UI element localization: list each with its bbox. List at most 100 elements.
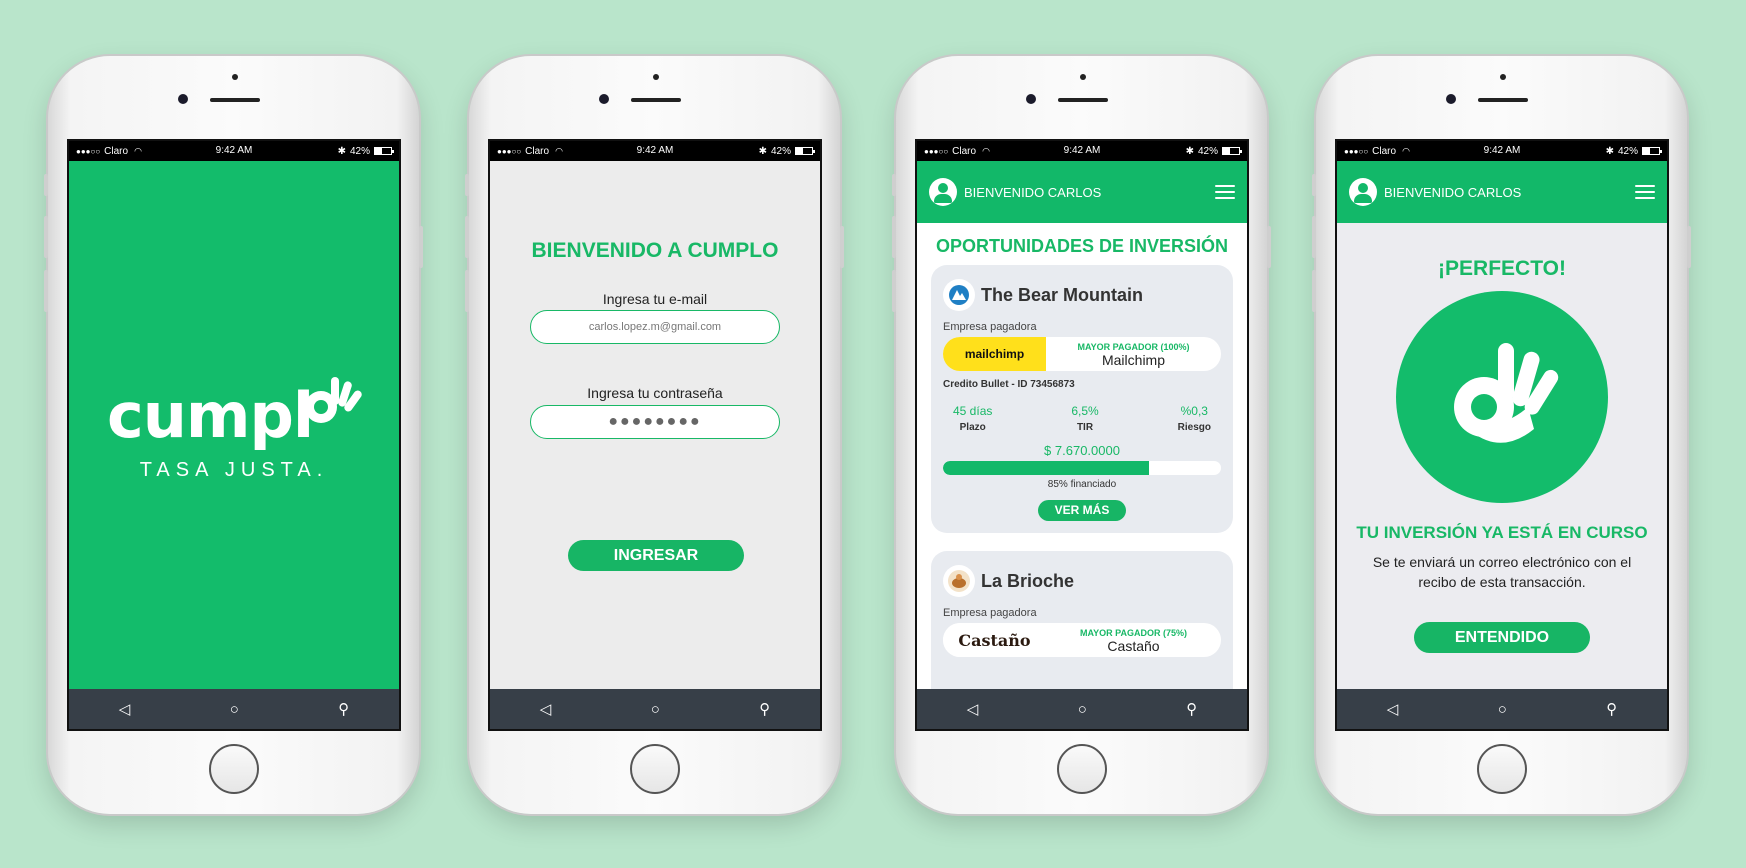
proximity-sensor <box>232 74 238 80</box>
payer-box: mailchimp MAYOR PAGADOR (100%) Mailchimp <box>943 337 1221 371</box>
cumplo-logo: cumpl <box>107 379 314 452</box>
ok-hand-logo-icon <box>305 377 362 423</box>
funding-progress-bar <box>943 461 1221 475</box>
home-button[interactable] <box>630 744 680 794</box>
riesgo-label: Riesgo <box>1177 422 1211 433</box>
user-avatar-icon[interactable] <box>1349 178 1377 206</box>
volume-down-button <box>465 270 469 312</box>
tir-value: 6,5% <box>1071 404 1099 418</box>
tir-label: TIR <box>1076 422 1094 433</box>
status-bar: ●●●○○ Claro ◠ 9:42 AM ✱ 42% <box>1337 141 1667 161</box>
mute-switch <box>1312 174 1316 196</box>
battery-icon <box>1222 147 1242 155</box>
screen: ●●●○○ Claro ◠ 9:42 AM ✱ 42% cumpl TASA JU… <box>67 139 401 731</box>
mailchimp-logo: mailchimp <box>943 337 1046 371</box>
search-icon[interactable]: ⚲ <box>1606 700 1617 718</box>
volume-up-button <box>1312 216 1316 258</box>
search-icon[interactable]: ⚲ <box>1186 700 1197 718</box>
android-nav-bar: ◁ ○ ⚲ <box>917 689 1247 729</box>
confirmation-title: ¡PERFECTO! <box>1438 257 1566 280</box>
ingresar-button[interactable]: INGRESAR <box>568 540 744 571</box>
password-field[interactable]: ●●●●●●●● <box>530 405 780 439</box>
front-camera <box>178 94 188 104</box>
back-icon[interactable]: ◁ <box>119 700 131 718</box>
earpiece-speaker <box>631 98 681 102</box>
ok-hand-circle <box>1396 291 1608 503</box>
screen: ●●●○○ Claro ◠ 9:42 AM ✱ 42% BIENVENIDO CA… <box>1335 139 1669 731</box>
battery-icon <box>1642 147 1662 155</box>
investment-card[interactable]: La Brioche Empresa pagadora Castaño MAYO… <box>931 551 1233 689</box>
plazo-value: 45 días <box>953 404 993 418</box>
investment-status-message: Se te enviará un correo electrónico con … <box>1372 554 1632 590</box>
power-button <box>419 226 423 268</box>
volume-up-button <box>892 216 896 258</box>
brioche-logo-icon <box>943 565 975 597</box>
confirmation-panel: ¡PERFECTO! TU INVERSIÓN YA ESTÁ EN CURSO… <box>1337 223 1667 689</box>
ver-mas-button[interactable]: VER MÁS <box>1038 500 1126 521</box>
feed-title: OPORTUNIDADES DE INVERSIÓN <box>935 236 1229 256</box>
volume-down-button <box>1312 270 1316 312</box>
back-icon[interactable]: ◁ <box>1387 700 1399 718</box>
investment-card[interactable]: The Bear Mountain Empresa pagadora mailc… <box>931 265 1233 533</box>
volume-down-button <box>44 270 48 312</box>
castano-logo: Castaño <box>943 623 1046 657</box>
status-bar: ●●●○○ Claro ◠ 9:42 AM ✱ 42% <box>917 141 1247 161</box>
payer-label: Empresa pagadora <box>943 607 1037 619</box>
investment-status-title: TU INVERSIÓN YA ESTÁ EN CURSO <box>1356 523 1648 542</box>
status-bar: ●●●○○ Claro ◠ 9:42 AM ✱ 42% <box>69 141 399 161</box>
battery-icon <box>374 147 394 155</box>
proximity-sensor <box>653 74 659 80</box>
riesgo-value: %0,3 <box>1180 404 1208 418</box>
welcome-text: BIENVENIDO CARLOS <box>1384 184 1522 200</box>
mute-switch <box>892 174 896 196</box>
home-icon[interactable]: ○ <box>1078 701 1087 718</box>
login-title: BIENVENIDO A CUMPLO <box>531 239 779 262</box>
app-header: BIENVENIDO CARLOS <box>917 161 1247 223</box>
front-camera <box>599 94 609 104</box>
user-avatar-icon[interactable] <box>929 178 957 206</box>
stats-row: 45 días Plazo 6,5% TIR %0,3 Riesgo <box>943 404 1221 433</box>
payer-name: Mailchimp <box>1101 352 1165 368</box>
home-icon[interactable]: ○ <box>1498 701 1507 718</box>
earpiece-speaker <box>1478 98 1528 102</box>
payer-name: Castaño <box>1107 638 1160 654</box>
back-icon[interactable]: ◁ <box>540 700 552 718</box>
entendido-button[interactable]: ENTENDIDO <box>1414 622 1590 653</box>
screen: ●●●○○ Claro ◠ 9:42 AM ✱ 42% BIENVENIDO A … <box>488 139 822 731</box>
amount: $ 7.670.0000 <box>1044 443 1120 458</box>
search-icon[interactable]: ⚲ <box>759 700 770 718</box>
status-time: 9:42 AM <box>636 145 674 156</box>
search-icon[interactable]: ⚲ <box>338 700 349 718</box>
home-button[interactable] <box>1057 744 1107 794</box>
plazo-label: Plazo <box>959 422 986 433</box>
payer-label: Empresa pagadora <box>943 321 1037 333</box>
android-nav-bar: ◁ ○ ⚲ <box>490 689 820 729</box>
payer-box: Castaño MAYOR PAGADOR (75%) Castaño <box>943 623 1221 657</box>
home-icon[interactable]: ○ <box>230 701 239 718</box>
power-button <box>1687 226 1691 268</box>
phone-login: ●●●○○ Claro ◠ 9:42 AM ✱ 42% BIENVENIDO A … <box>465 56 844 814</box>
company-name: The Bear Mountain <box>981 284 1144 305</box>
home-button[interactable] <box>209 744 259 794</box>
app-header: BIENVENIDO CARLOS <box>1337 161 1667 223</box>
hamburger-menu-icon[interactable] <box>1635 185 1655 199</box>
battery-icon <box>795 147 815 155</box>
volume-up-button <box>465 216 469 258</box>
ok-hand-icon <box>1454 343 1559 443</box>
password-label: Ingresa tu contraseña <box>587 385 723 401</box>
home-button[interactable] <box>1477 744 1527 794</box>
screen: ●●●○○ Claro ◠ 9:42 AM ✱ 42% BIENVENIDO CA… <box>915 139 1249 731</box>
front-camera <box>1026 94 1036 104</box>
mute-switch <box>465 174 469 196</box>
phone-confirmation: ●●●○○ Claro ◠ 9:42 AM ✱ 42% BIENVENIDO CA… <box>1312 56 1691 814</box>
hamburger-menu-icon[interactable] <box>1215 185 1235 199</box>
status-bar: ●●●○○ Claro ◠ 9:42 AM ✱ 42% <box>490 141 820 161</box>
back-icon[interactable]: ◁ <box>967 700 979 718</box>
email-field[interactable]: carlos.lopez.m@gmail.com <box>530 310 780 344</box>
proximity-sensor <box>1500 74 1506 80</box>
company-name: La Brioche <box>981 570 1075 591</box>
home-icon[interactable]: ○ <box>651 701 660 718</box>
email-label: Ingresa tu e-mail <box>602 291 708 307</box>
investment-feed[interactable]: OPORTUNIDADES DE INVERSIÓN The Bear Moun… <box>917 223 1247 689</box>
mute-switch <box>44 174 48 196</box>
